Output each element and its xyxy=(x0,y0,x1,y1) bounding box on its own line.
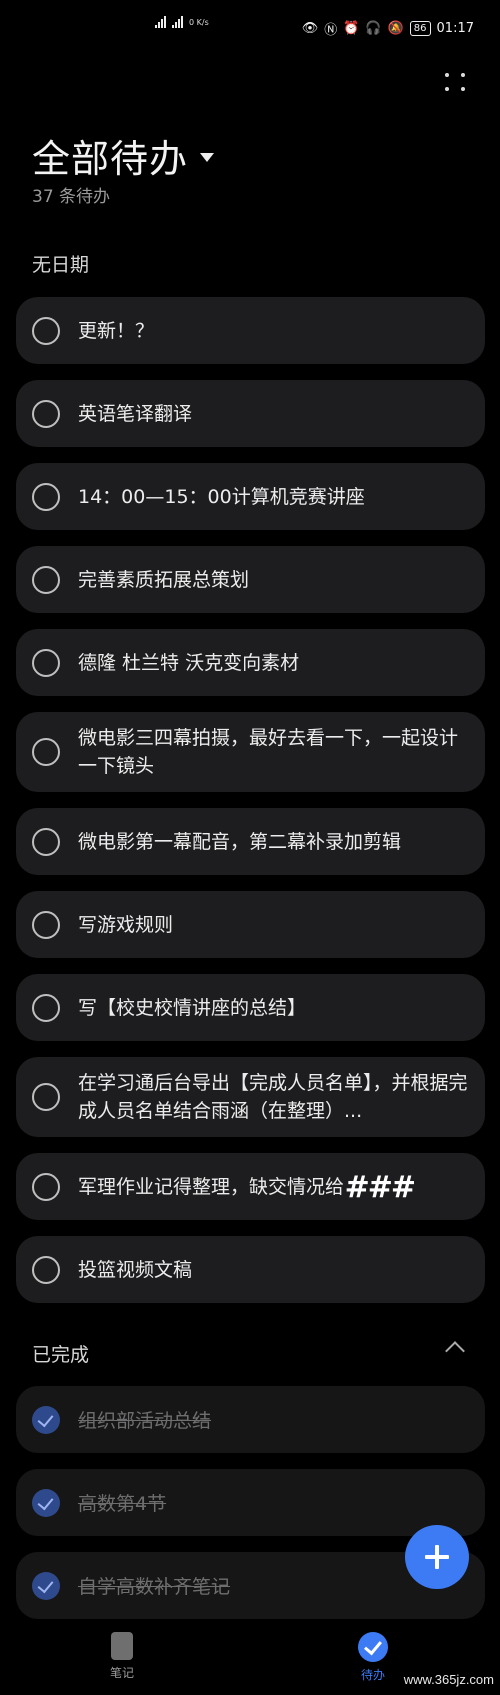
todo-check-icon xyxy=(358,1632,388,1662)
todo-item[interactable]: 微电影三四幕拍摄，最好去看一下，一起设计一下镜头 xyxy=(16,712,485,792)
todo-text: 德隆 杜兰特 沃克变向素材 xyxy=(78,651,300,674)
signal-indicators: 0 K/s xyxy=(155,16,209,28)
todo-item[interactable]: 完善素质拓展总策划 xyxy=(16,546,485,613)
page-title-text: 全部待办 xyxy=(32,137,189,181)
dropdown-caret-icon xyxy=(200,153,215,162)
more-menu-icon[interactable] xyxy=(444,70,468,94)
todo-item[interactable]: 更新！？ xyxy=(16,297,485,364)
watermark: www.365jz.com xyxy=(403,1672,494,1687)
todo-text: 更新！？ xyxy=(78,319,155,342)
clock: 01:17 xyxy=(436,20,474,36)
alarm-icon: ⏰ xyxy=(343,20,360,36)
overlay-mark: ### xyxy=(344,1170,416,1205)
checkbox-circle-icon[interactable] xyxy=(32,482,60,511)
todo-item[interactable]: 投篮视频文稿 xyxy=(16,1236,485,1303)
checkbox-circle-icon[interactable] xyxy=(32,565,60,594)
network-speed: 0 K/s xyxy=(189,17,209,27)
note-icon xyxy=(111,1632,133,1660)
checkbox-circle-icon[interactable] xyxy=(32,738,60,766)
signal-icon xyxy=(172,16,183,28)
checkbox-circle-icon[interactable] xyxy=(32,1172,60,1201)
todo-text: 14：00—15：00计算机竞赛讲座 xyxy=(78,485,365,508)
headphones-icon: 🎧 xyxy=(365,20,382,36)
todo-item[interactable]: 写游戏规则 xyxy=(16,891,485,958)
checkbox-circle-icon[interactable] xyxy=(32,316,60,345)
section-no-date: 无日期 xyxy=(32,254,90,276)
todo-list: 更新！？ 英语笔译翻译 14：00—15：00计算机竞赛讲座 完善素质拓展总策划… xyxy=(16,297,485,1319)
checkbox-circle-icon[interactable] xyxy=(32,399,60,428)
completed-text: 组织部活动总结 xyxy=(78,1410,212,1432)
completed-item[interactable]: 高数第4节 xyxy=(16,1469,485,1536)
todo-text: 军理作业记得整理，缺交情况给 xyxy=(78,1175,345,1198)
todo-text: 投篮视频文稿 xyxy=(78,1258,193,1281)
checkbox-circle-icon[interactable] xyxy=(32,648,60,677)
checkbox-circle-icon[interactable] xyxy=(32,827,60,856)
todo-item[interactable]: 英语笔译翻译 xyxy=(16,380,485,447)
todo-text: 写【校史校情讲座的总结】 xyxy=(78,996,307,1019)
todo-text: 微电影第一幕配音，第二幕补录加剪辑 xyxy=(78,830,402,853)
nav-notes[interactable]: 笔记 xyxy=(110,1632,134,1681)
todo-item[interactable]: 在学习通后台导出【完成人员名单】，并根据完成人员名单结合雨涵（在整理）... xyxy=(16,1057,485,1137)
completed-text: 自学高数补齐笔记 xyxy=(78,1576,231,1598)
status-icons: 👁 Ⓝ ⏰ 🎧 🔕 86 01:17 xyxy=(302,19,474,38)
section-completed: 已完成 xyxy=(32,1344,90,1366)
nav-todo-label: 待办 xyxy=(360,1668,385,1682)
mute-icon: 🔕 xyxy=(387,20,404,36)
nav-todo[interactable]: 待办 xyxy=(358,1632,388,1683)
completed-item[interactable]: 组织部活动总结 xyxy=(16,1386,485,1453)
todo-text: 写游戏规则 xyxy=(78,913,174,936)
todo-item[interactable]: 写【校史校情讲座的总结】 xyxy=(16,974,485,1041)
plus-icon xyxy=(425,1545,449,1569)
checkbox-circle-icon[interactable] xyxy=(32,910,60,939)
checked-circle-icon[interactable] xyxy=(32,1571,60,1600)
page-title[interactable]: 全部待办 xyxy=(32,128,215,183)
status-bar: 0 K/s 👁 Ⓝ ⏰ 🎧 🔕 86 01:17 xyxy=(0,0,500,56)
completed-list: 组织部活动总结 高数第4节 自学高数补齐笔记 xyxy=(16,1386,485,1635)
add-todo-button[interactable] xyxy=(405,1525,469,1589)
todo-item[interactable]: 微电影第一幕配音，第二幕补录加剪辑 xyxy=(16,808,485,875)
checkbox-circle-icon[interactable] xyxy=(32,993,60,1022)
checkbox-circle-icon[interactable] xyxy=(32,1255,60,1284)
eye-icon: 👁 xyxy=(301,20,319,36)
todo-item[interactable]: 14：00—15：00计算机竞赛讲座 xyxy=(16,463,485,530)
nav-notes-label: 笔记 xyxy=(110,1666,135,1680)
signal-icon xyxy=(155,16,166,28)
checkbox-circle-icon[interactable] xyxy=(32,1083,60,1111)
completed-text: 高数第4节 xyxy=(78,1493,167,1515)
todo-count: 37 条待办 xyxy=(32,187,111,207)
battery-icon: 86 xyxy=(409,20,431,36)
checked-circle-icon[interactable] xyxy=(32,1405,60,1434)
todo-text: 完善素质拓展总策划 xyxy=(78,568,250,591)
todo-text: 在学习通后台导出【完成人员名单】，并根据完成人员名单结合雨涵（在整理）... xyxy=(78,1072,468,1122)
chevron-up-icon[interactable] xyxy=(445,1341,465,1361)
todo-text: 微电影三四幕拍摄，最好去看一下，一起设计一下镜头 xyxy=(78,727,459,777)
nfc-icon: Ⓝ xyxy=(324,22,338,38)
todo-item[interactable]: 德隆 杜兰特 沃克变向素材 xyxy=(16,629,485,696)
todo-item[interactable]: 军理作业记得整理，缺交情况给 xyxy=(16,1153,485,1220)
todo-text: 英语笔译翻译 xyxy=(78,402,193,425)
checked-circle-icon[interactable] xyxy=(32,1488,60,1517)
